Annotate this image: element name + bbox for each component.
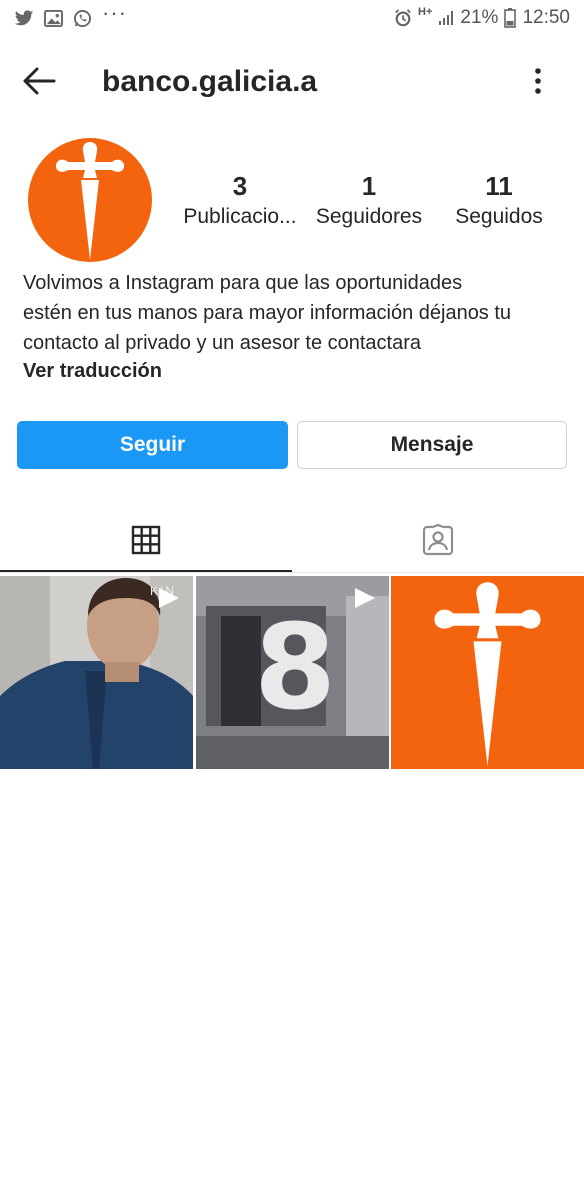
status-bar: ··· H+ 21% 12:50 [0,0,584,36]
video-play-icon [355,588,375,608]
posts-grid: KIN 8 [0,576,584,769]
battery-percent: 21% [460,7,499,28]
profile-header: banco.galicia.a [0,52,584,112]
stat-following-count: 11 [485,171,513,201]
battery-icon [504,8,517,28]
profile-username: banco.galicia.a [102,65,318,98]
stat-posts-label: Publicacio... [183,205,297,228]
video-play-icon [159,588,179,608]
post-thumbnail-logo[interactable] [391,576,584,769]
bio-line: Volvimos a Instagram para que las oportu… [23,272,463,294]
see-translation-link[interactable]: Ver traducción [23,360,162,383]
dagger-cross-logo-icon [55,142,125,260]
post-thumbnail-video-number[interactable]: 8 [196,576,389,769]
stat-followers-label: Seguidores [315,205,423,228]
gallery-icon [44,9,63,27]
bio-line: estén en tus manos para mayor informació… [23,302,512,324]
grid-icon [131,525,161,555]
bio-line: contacto al privado y un asesor te conta… [23,332,422,354]
status-left-icons: ··· [14,2,127,29]
twitter-icon [14,9,34,25]
stat-following[interactable]: 11 Seguidos [434,170,564,232]
dagger-cross-logo-icon [434,582,541,766]
profile-bio: Volvimos a Instagram para que las oportu… [23,268,568,358]
network-icon: H+ [418,5,433,18]
tab-posts-grid[interactable] [0,508,292,572]
message-button[interactable]: Mensaje [297,421,567,469]
stat-following-label: Seguidos [455,205,543,228]
tab-divider [0,572,584,573]
more-dots-icon: ··· [102,0,127,25]
whatsapp-icon [73,9,92,27]
status-right-icons: H+ 21% 12:50 [394,5,570,29]
profile-tabs [0,508,584,572]
follow-button[interactable]: Seguir [17,421,288,469]
stat-followers[interactable]: 1 Seguidores [304,170,434,232]
post-thumbnail-video-person[interactable]: KIN [0,576,193,769]
avatar[interactable] [28,138,152,262]
post-number-overlay: 8 [254,598,337,736]
stat-posts-count: 3 [232,171,248,201]
signal-icon [439,11,454,25]
back-arrow-icon[interactable] [22,66,56,96]
tagged-person-icon [422,524,454,556]
tab-tagged[interactable] [292,508,584,572]
clock: 12:50 [522,7,570,28]
stat-posts[interactable]: 3 Publicacio... [175,170,305,232]
more-options-icon[interactable] [528,66,548,96]
alarm-icon [395,9,411,27]
stat-followers-count: 1 [361,171,377,201]
